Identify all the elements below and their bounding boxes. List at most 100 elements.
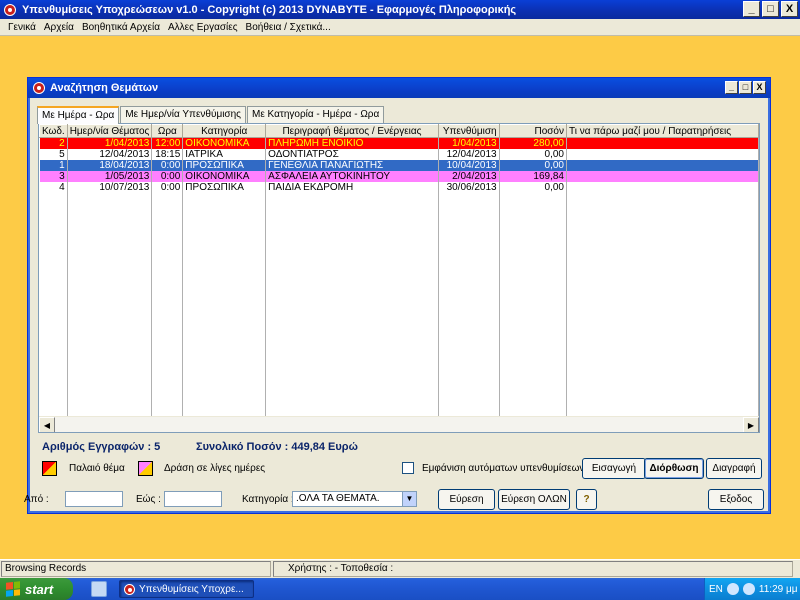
dropdown-arrow-icon[interactable]: ▼ (402, 492, 416, 506)
app-title: Υπενθυμίσεις Υποχρεώσεων v1.0 - Copyrigh… (22, 3, 517, 16)
to-date-input[interactable] (164, 491, 222, 507)
category-select-value: .ΟΛΑ ΤΑ ΘΕΜΑΤΑ. (296, 493, 380, 504)
legend-old-swatch-icon (42, 461, 57, 476)
cell-reminder: 2/04/2013 (438, 171, 500, 182)
cell-date: 10/07/2013 (67, 182, 153, 193)
cell-date: 1/04/2013 (67, 137, 153, 149)
help-lightbulb-icon[interactable]: ? (576, 489, 597, 510)
app-maximize-button[interactable]: □ (762, 1, 779, 17)
cell-amount: 0,00 (499, 160, 568, 171)
cell-code: 2 (39, 137, 68, 149)
windows-logo-icon (6, 581, 20, 597)
tab-by-date-time[interactable]: Με Ημέρα - Ωρα (37, 106, 120, 124)
cell-time: 12:00 (151, 137, 184, 149)
language-indicator[interactable]: EN (709, 584, 723, 595)
col-header-code[interactable]: Κωδ. (39, 124, 68, 138)
horizontal-scrollbar[interactable]: ◀ ▶ (39, 416, 759, 432)
tray-expand-icon[interactable] (726, 583, 739, 595)
grid-body: 2 1/04/2013 12:00 ΟΙΚΟΝΟΜΙΚΑ ΠΛΗΡΩΜΗ ΕΝΟΙΚΙΟ… (39, 137, 759, 432)
cell-time: 0:00 (151, 171, 184, 182)
cell-description: ΟΔΟΝΤΙΑΤΡΟΣ (265, 149, 439, 160)
tray-speaker-icon[interactable] (742, 583, 755, 595)
search-window-controls: _ □ X (725, 81, 766, 94)
menu-bar: Γενικά Αρχεία Βοηθητικά Αρχεία Αλλες Εργ… (0, 19, 800, 36)
menu-other-tasks[interactable]: Αλλες Εργασίες (164, 22, 242, 33)
cell-reminder: 1/04/2013 (438, 137, 500, 149)
exit-button[interactable]: Εξοδος (708, 489, 764, 510)
menu-general[interactable]: Γενικά (4, 22, 40, 33)
start-button[interactable]: start (0, 578, 73, 600)
search-button[interactable]: Εύρεση (438, 489, 495, 510)
from-label: Από : (24, 494, 49, 505)
cell-reminder: 10/04/2013 (438, 160, 500, 171)
show-desktop-icon[interactable] (91, 581, 107, 597)
search-window-body: Με Ημέρα - Ωρα Με Ημερ/νία Υπενθύμισης Μ… (31, 100, 767, 510)
window-minimize-button[interactable]: _ (725, 81, 738, 94)
search-window-titlebar[interactable]: Αναζήτηση Θεμάτων _ □ X (28, 78, 770, 98)
table-row[interactable]: 4 10/07/2013 0:00 ΠΡΟΣΩΠΙΚΑ ΠΑΙΔΙΑ ΕΚΔΡΟΜΗ 30… (39, 182, 759, 193)
cell-description: ΠΑΙΔΙΑ ΕΚΔΡΟΜΗ (265, 182, 439, 193)
table-row[interactable]: 1 18/04/2013 0:00 ΠΡΟΣΩΠΙΚΑ ΓΕΝΕΘΛΙΑ ΠΑΝΑΓΙΩ… (39, 160, 759, 171)
view-tabs: Με Ημέρα - Ωρα Με Ημερ/νία Υπενθύμισης Μ… (37, 106, 385, 124)
category-select[interactable]: .ΟΛΑ ΤΑ ΘΕΜΑΤΑ. ▼ (292, 491, 417, 507)
window-logo-icon (33, 82, 45, 94)
col-header-time[interactable]: Ωρα (151, 124, 184, 138)
menu-files[interactable]: Αρχεία (40, 22, 78, 33)
col-header-description[interactable]: Περιγραφή θέματος / Ενέργειας (265, 124, 439, 138)
empty-cell (265, 193, 439, 432)
cell-time: 0:00 (151, 182, 184, 193)
menu-auxiliary-files[interactable]: Βοηθητικά Αρχεία (78, 22, 164, 33)
scroll-track[interactable] (55, 417, 743, 432)
col-header-date[interactable]: Ημερ/νία Θέματος (66, 124, 153, 138)
window-maximize-button[interactable]: □ (739, 81, 752, 94)
col-header-category[interactable]: Κατηγορία (182, 124, 267, 138)
search-window: Αναζήτηση Θεμάτων _ □ X Με Ημέρα - Ωρα Μ… (27, 77, 771, 514)
empty-cell (151, 193, 184, 432)
cell-amount: 169,84 (499, 171, 568, 182)
scroll-right-icon[interactable]: ▶ (743, 417, 759, 432)
auto-reminders-checkbox[interactable] (402, 462, 414, 474)
cell-amount: 0,00 (499, 182, 568, 193)
taskbar-app-icon (124, 583, 135, 595)
app-minimize-button[interactable]: _ (743, 1, 760, 17)
cell-category: ΠΡΟΣΩΠΙΚΑ (182, 182, 267, 193)
grid-empty-area (39, 193, 759, 432)
app-close-button[interactable]: X (781, 1, 798, 17)
tab-by-category[interactable]: Με Κατηγορία - Ημέρα - Ωρα (246, 106, 385, 123)
table-row[interactable]: 3 1/05/2013 0:00 ΟΙΚΟΝΟΜΙΚΑ ΑΣΦΑΛΕΙΑ ΑΥΤΟΚΙΝ… (39, 171, 759, 182)
records-grid[interactable]: Κωδ. Ημερ/νία Θέματος Ωρα Κατηγορία Περι… (38, 123, 760, 433)
tab-by-reminder-date[interactable]: Με Ημερ/νία Υπενθύμισης (120, 106, 246, 123)
cell-amount: 0,00 (499, 149, 568, 160)
insert-button[interactable]: Εισαγωγή (582, 458, 646, 479)
grid-header-row: Κωδ. Ημερ/νία Θέματος Ωρα Κατηγορία Περι… (39, 124, 759, 138)
window-close-button[interactable]: X (753, 81, 766, 94)
menu-help[interactable]: Βοήθεια / Σχετικά... (242, 22, 335, 33)
cell-category: ΙΑΤΡΙΚΑ (182, 149, 267, 160)
cell-code: 4 (39, 182, 68, 193)
cell-amount: 280,00 (499, 137, 568, 149)
taskbar-app-button[interactable]: Υπενθυμίσεις Υποχρε... (119, 580, 254, 598)
cell-description: ΠΛΗΡΩΜΗ ΕΝΟΙΚΙΟ (265, 137, 439, 149)
system-tray: EN 11:29 μμ (704, 578, 800, 600)
cell-time: 0:00 (151, 160, 184, 171)
scroll-left-icon[interactable]: ◀ (39, 417, 55, 432)
legend-soon-label: Δράση σε λίγες ημέρες (164, 463, 266, 474)
cell-category: ΟΙΚΟΝΟΜΙΚΑ (182, 171, 267, 182)
app-logo-icon (4, 3, 16, 16)
from-date-input[interactable] (65, 491, 123, 507)
empty-cell (438, 193, 500, 432)
delete-button[interactable]: Διαγραφή (706, 458, 762, 479)
start-label: start (25, 581, 54, 597)
cell-date: 18/04/2013 (67, 160, 153, 171)
empty-cell (566, 193, 759, 432)
cell-notes (566, 182, 759, 193)
table-row[interactable]: 5 12/04/2013 18:15 ΙΑΤΡΙΚΑ ΟΔΟΝΤΙΑΤΡΟΣ 12/04/… (39, 149, 759, 160)
table-row[interactable]: 2 1/04/2013 12:00 ΟΙΚΟΝΟΜΙΚΑ ΠΛΗΡΩΜΗ ΕΝΟΙΚΙΟ… (39, 137, 759, 149)
taskbar: start Υπενθυμίσεις Υποχρε... EN 11:29 μμ (0, 578, 800, 600)
search-all-button[interactable]: Εύρεση ΟΛΩΝ (498, 489, 570, 510)
col-header-reminder[interactable]: Υπενθύμιση (437, 124, 500, 138)
edit-button[interactable]: Διόρθωση (644, 458, 704, 479)
col-header-notes[interactable]: Τι να πάρω μαζί μου / Παρατηρήσεις (566, 124, 759, 138)
col-header-amount[interactable]: Ποσόν (498, 124, 568, 138)
cell-category: ΠΡΟΣΩΠΙΚΑ (182, 160, 267, 171)
